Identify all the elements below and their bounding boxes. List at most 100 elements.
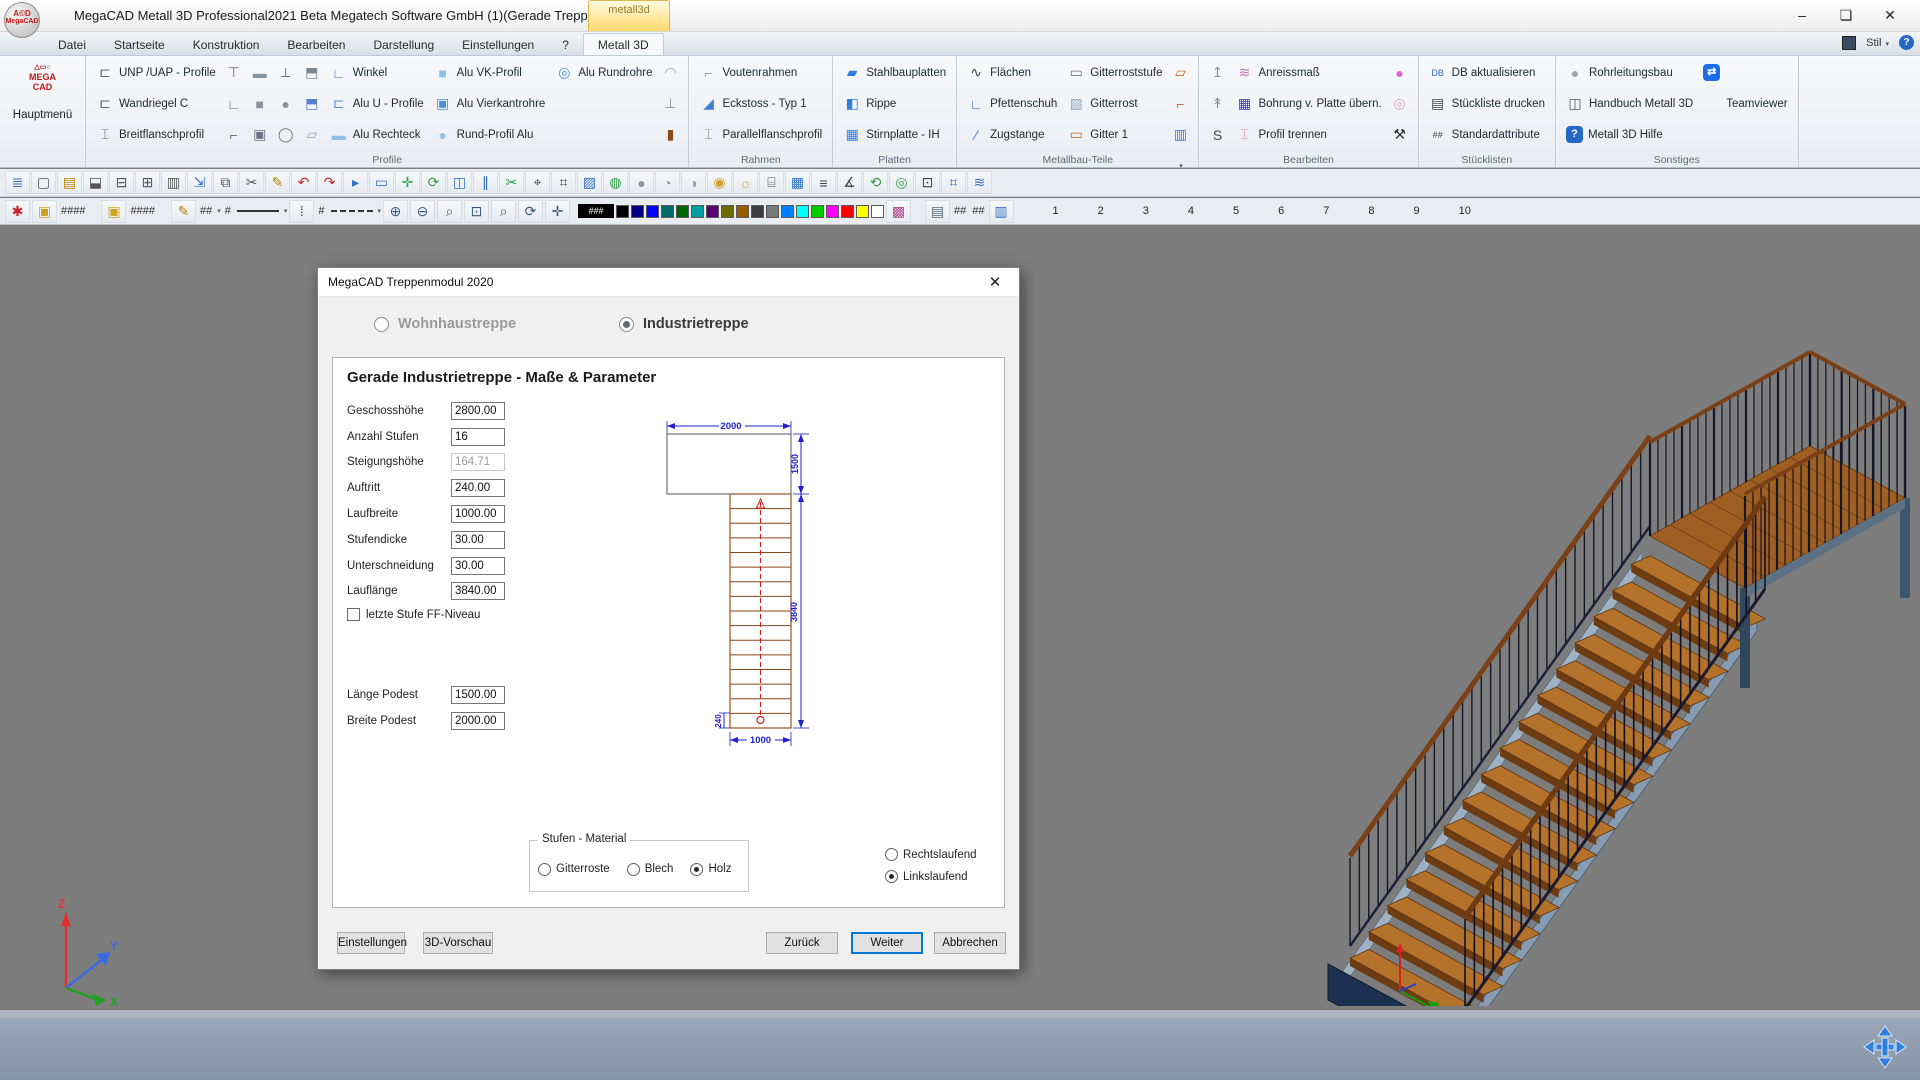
field-input-länge-podest[interactable] <box>451 686 505 704</box>
wave-tool-icon[interactable]: ≋ <box>967 171 992 194</box>
mirror-tool-icon[interactable]: ◫ <box>447 171 472 194</box>
abbrechen-button[interactable]: Abbrechen <box>934 932 1006 954</box>
layer-button-4[interactable]: 4 <box>1188 205 1194 217</box>
color-swatch[interactable] <box>751 205 764 218</box>
color-swatch[interactable] <box>616 205 629 218</box>
field-input-lauflänge[interactable] <box>451 582 505 600</box>
undo-icon[interactable]: ↶ <box>291 171 316 194</box>
sphere-half-icon[interactable]: ◑ <box>681 171 706 194</box>
color-swatch[interactable] <box>676 205 689 218</box>
hohlkasten-icon[interactable]: ▣ <box>248 126 272 143</box>
select-arrow-icon[interactable]: ▸ <box>343 171 368 194</box>
world-coords-icon[interactable]: ◎ <box>889 171 914 194</box>
alu-u-profile-button[interactable]: ⊏Alu U - Profile <box>325 88 429 119</box>
pfettenschuh-button[interactable]: ∟Pfettenschuh <box>962 88 1062 119</box>
3d-vorschau-button[interactable]: 3D-Vorschau <box>423 932 493 954</box>
delete-marker-icon[interactable]: ✱ <box>5 200 30 223</box>
alu-vierkantrohre-button[interactable]: ▣Alu Vierkantrohre <box>429 88 551 119</box>
handbuch-metall-3d-button[interactable]: ◫Handbuch Metall 3D <box>1561 88 1698 119</box>
dialog-close-icon[interactable]: ✕ <box>981 273 1009 291</box>
zoom-previous-icon[interactable]: ⌕ <box>491 200 516 223</box>
zoom-out-icon[interactable]: ⊖ <box>410 200 435 223</box>
profil-trennen-button[interactable]: ⌶Profil trennen <box>1230 119 1386 150</box>
color-swatch[interactable] <box>811 205 824 218</box>
bohrung-v-platte-übern-button[interactable]: ▦Bohrung v. Platte übern. <box>1230 88 1386 119</box>
bauteil-heben-icon[interactable]: ↥ <box>1205 64 1229 81</box>
rohrleitungsbau-button[interactable]: ●Rohrleitungsbau <box>1561 57 1698 88</box>
color-swatch[interactable] <box>736 205 749 218</box>
unp-uap-profile-button[interactable]: ⊏UNP /UAP - Profile <box>91 57 221 88</box>
einstellungen-button[interactable]: Einstellungen <box>337 932 405 954</box>
gitterkonsole-icon[interactable]: ⌐ <box>1168 96 1192 112</box>
gitterfeld-icon[interactable]: ▥ <box>1168 126 1192 143</box>
profil-3d-icon[interactable]: ⬒ <box>300 64 324 81</box>
teamviewer-button[interactable]: ⇄ <box>1698 57 1792 88</box>
linetype-preview[interactable] <box>237 210 279 212</box>
edit-pencil-icon[interactable]: ✎ <box>265 171 290 194</box>
pan-move-icon[interactable] <box>1862 1024 1908 1070</box>
flächen-button[interactable]: ∿Flächen <box>962 57 1062 88</box>
gitterrahmen-icon[interactable]: ▱ <box>1168 64 1192 81</box>
color-swatch[interactable] <box>691 205 704 218</box>
plot-settings-icon[interactable]: ▥ <box>161 171 186 194</box>
field-input-auftritt[interactable] <box>451 479 505 497</box>
pan-icon[interactable]: ✛ <box>545 200 570 223</box>
stirnplatte-ih-button[interactable]: ▦Stirnplatte - IH <box>838 119 951 150</box>
sphere-shaded-icon[interactable]: ● <box>629 171 654 194</box>
wandriegel-c-button[interactable]: ⊏Wandriegel C <box>91 88 221 119</box>
open-file-icon[interactable]: ▤ <box>57 171 82 194</box>
field-input-anzahl-stufen[interactable] <box>451 428 505 446</box>
field-input-stufendicke[interactable] <box>451 531 505 549</box>
eckstoss-typ-1-button[interactable]: ◢Eckstoss - Typ 1 <box>694 88 827 119</box>
color-swatch[interactable] <box>841 205 854 218</box>
regenerate-icon[interactable]: ⟳ <box>518 200 543 223</box>
color-swatch[interactable] <box>796 205 809 218</box>
attribute-box-icon[interactable]: ▣ <box>32 200 57 223</box>
hauptmenu-button[interactable]: △▭○ MEGA CAD Hauptmenü <box>0 56 86 167</box>
db-aktualisieren-button[interactable]: DBDB aktualisieren <box>1424 57 1550 88</box>
tab-konstruktion[interactable]: Konstruktion <box>179 34 274 55</box>
bogenprofil-icon[interactable]: ◠ <box>658 64 682 81</box>
radio-holz[interactable]: Holz <box>690 863 731 876</box>
winkel-button[interactable]: ∟Winkel <box>325 57 429 88</box>
profil-3d-blau-icon[interactable]: ⬒ <box>300 95 324 112</box>
redo-icon[interactable]: ↷ <box>317 171 342 194</box>
color-swatch[interactable] <box>766 205 779 218</box>
werkzeuge-icon[interactable]: ⚒ <box>1388 126 1412 143</box>
move-tool-icon[interactable]: ✛ <box>395 171 420 194</box>
tab-metall-3d[interactable]: Metall 3D <box>583 33 664 55</box>
layer-button-6[interactable]: 6 <box>1278 205 1284 217</box>
metall-3d-hilfe-button[interactable]: ?Metall 3D Hilfe <box>1561 119 1698 150</box>
layer-button-9[interactable]: 9 <box>1414 205 1420 217</box>
dimension-tool-icon[interactable]: ⌗ <box>551 171 576 194</box>
t-tragprofil-icon[interactable]: ⟂ <box>274 64 298 81</box>
attribute-dropdown-icon[interactable]: ▾ <box>217 207 221 215</box>
save-file-icon[interactable]: ⬓ <box>83 171 108 194</box>
style-swatch-icon[interactable] <box>1842 36 1856 50</box>
layer-button-8[interactable]: 8 <box>1368 205 1374 217</box>
selection-box-icon[interactable]: ▭ <box>369 171 394 194</box>
tab-startseite[interactable]: Startseite <box>100 34 179 55</box>
layer-button-10[interactable]: 10 <box>1459 205 1471 217</box>
tab-[interactable]: ? <box>548 34 583 55</box>
rotate-tool-icon[interactable]: ⟳ <box>421 171 446 194</box>
tab-bearbeiten[interactable]: Bearbeiten <box>273 34 359 55</box>
grid-toggle-icon[interactable]: ⊡ <box>915 171 940 194</box>
linewidth-preview[interactable] <box>331 210 373 212</box>
layer-grid-icon[interactable]: ▥ <box>989 200 1014 223</box>
layer-button-2[interactable]: 2 <box>1098 205 1104 217</box>
rohr-icon[interactable]: ◯ <box>274 126 298 143</box>
column-filter-icon[interactable]: ≡ <box>811 171 836 194</box>
breitflanschprofil-button[interactable]: ⌶Breitflanschprofil <box>91 119 221 150</box>
s-markierung-icon[interactable]: S <box>1205 127 1229 143</box>
point-style-icon[interactable]: ⁞ <box>289 200 314 223</box>
color-mixed-icon[interactable]: ▩ <box>886 200 911 223</box>
zugstange-button[interactable]: ∕Zugstange <box>962 119 1062 150</box>
field-input-geschosshöhe[interactable] <box>451 402 505 420</box>
close-button[interactable]: ✕ <box>1868 0 1912 32</box>
winkel-grau-icon[interactable]: ∟ <box>222 96 246 112</box>
alu-vk-profil-button[interactable]: ■Alu VK-Profil <box>429 57 551 88</box>
rund-profil-alu-button[interactable]: ●Rund-Profil Alu <box>429 119 551 150</box>
layer-button-1[interactable]: 1 <box>1053 205 1059 217</box>
standardattribute-button[interactable]: ##Standardattribute <box>1424 119 1550 150</box>
